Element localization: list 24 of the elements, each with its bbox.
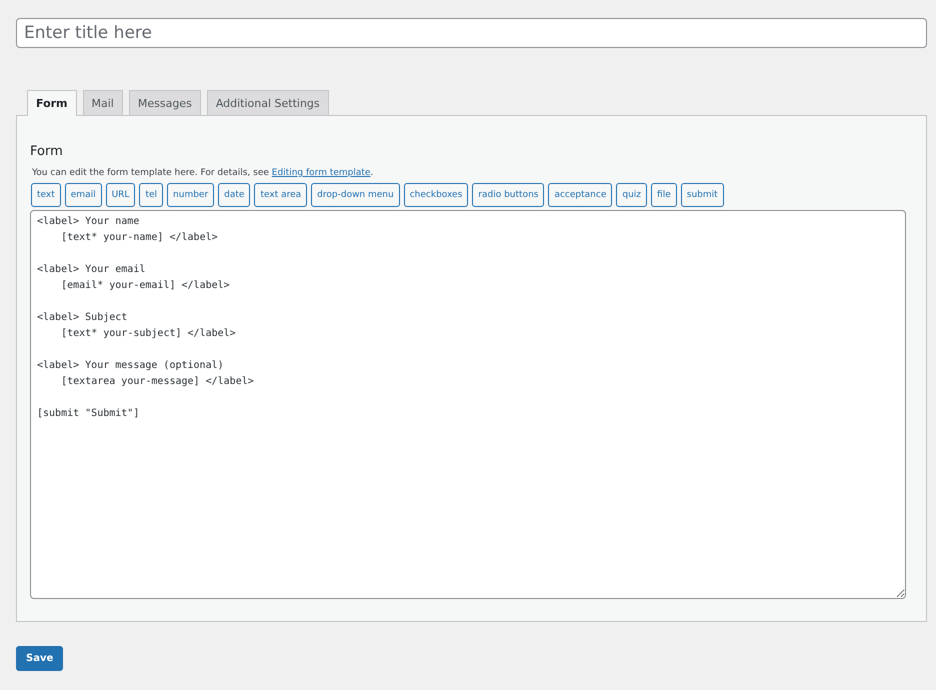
tab[interactable]: Additional Settings [206, 90, 329, 115]
tab[interactable]: Messages [128, 90, 201, 115]
tab[interactable]: Form [27, 90, 77, 116]
tag-button[interactable]: file [651, 183, 677, 207]
tag-button[interactable]: acceptance [548, 183, 612, 207]
description-text: You can edit the form template here. For details, see Editing form template. [32, 168, 374, 178]
tag-button[interactable]: email [64, 183, 102, 207]
tag-button[interactable]: date [218, 183, 250, 207]
tag-button[interactable]: quiz [616, 183, 648, 207]
tag-button[interactable]: number [167, 183, 214, 207]
tag-button[interactable]: radio buttons [472, 183, 544, 207]
tag-button[interactable]: text [31, 183, 61, 207]
tab[interactable]: Mail [82, 90, 123, 115]
title-field[interactable]: Enter title here [16, 18, 927, 48]
save-button[interactable]: Save [16, 646, 64, 671]
panel-heading: Form [30, 144, 64, 159]
tag-button[interactable]: drop-down menu [311, 183, 400, 207]
form-template-editor[interactable]: <label> Your name [text* your-name] </label> <label> Your email [email* your-email] </label> <label> Subject [text* your-subject] </label> <label> Your message (optional) [textarea your-message] </label> [submit "Submit"] [30, 210, 906, 599]
tag-button[interactable]: checkboxes [404, 183, 468, 207]
tag-button[interactable]: submit [680, 183, 724, 207]
tag-button[interactable]: text area [254, 183, 308, 207]
tag-button[interactable]: tel [139, 183, 164, 207]
tag-button[interactable]: URL [106, 183, 136, 207]
help-link[interactable]: Editing form template [272, 168, 370, 178]
